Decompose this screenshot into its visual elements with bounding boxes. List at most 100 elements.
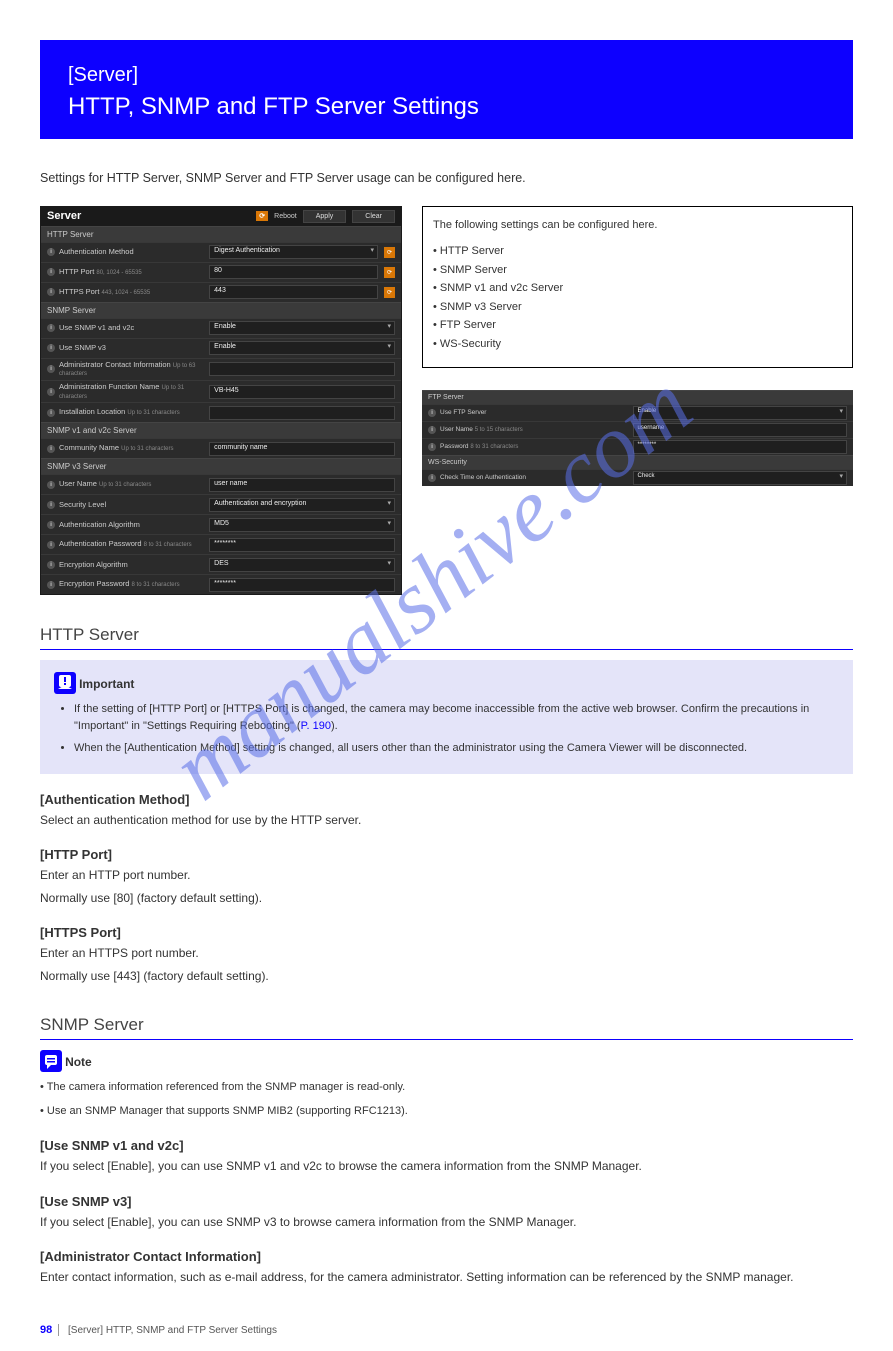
select-field[interactable]: Check [633,471,847,485]
row-label: Authentication Password 8 to 31 characte… [59,540,205,549]
description-item: • SNMP v1 and v2c Server [433,280,842,297]
apply-button[interactable]: Apply [303,210,347,223]
description-item: • SNMP Server [433,262,842,279]
info-icon[interactable]: i [47,268,55,276]
page-banner: [Server] HTTP, SNMP and FTP Server Setti… [40,40,853,139]
note-line: • Use an SNMP Manager that supports SNMP… [40,1103,853,1121]
section-header: WS-Security [422,455,853,469]
row-label: Check Time on Authentication [440,474,629,481]
input-field[interactable]: user name [209,478,395,492]
config-row: i Check Time on Authentication Check [422,469,853,486]
important-list: If the setting of [HTTP Port] or [HTTPS … [54,701,839,758]
config-row: iEncryption Algorithm DES [41,554,401,574]
description-box: The following settings can be configured… [422,206,853,368]
info-icon[interactable]: i [428,443,436,451]
input-field[interactable]: community name [209,442,395,456]
row-label: Use SNMP v3 [59,344,205,352]
important-icon [54,672,76,694]
info-icon[interactable]: i [47,388,55,396]
info-icon[interactable]: i [47,481,55,489]
note-icon [40,1050,62,1072]
row-label: Security Level [59,501,205,509]
field-body: If you select [Enable], you can use SNMP… [40,1213,853,1232]
info-icon[interactable]: i [47,344,55,352]
input-field[interactable] [209,406,395,420]
info-icon[interactable]: i [47,445,55,453]
http-section-heading: HTTP Server [40,625,853,650]
config-row: iUse FTP Server Enable [422,404,853,421]
important-label: Important [79,672,134,694]
field-body: Select an authentication method for use … [40,811,853,830]
input-field[interactable]: 443 [209,285,378,299]
server-panel: Server ⟳ Reboot Apply Clear HTTP Serveri… [40,206,402,595]
field-body: Enter contact information, such as e-mai… [40,1268,853,1287]
info-icon[interactable]: i [47,324,55,332]
row-label: Authentication Method [59,248,205,256]
select-field[interactable]: Enable [633,406,847,420]
select-field[interactable]: Enable [209,321,395,335]
row-label: HTTP Port 80, 1024 - 65535 [59,268,205,277]
info-icon[interactable]: i [47,409,55,417]
info-icon[interactable]: i [47,365,55,373]
clear-button[interactable]: Clear [352,210,395,223]
panel-title: Server [47,210,250,222]
description-item: • FTP Server [433,317,842,334]
info-icon[interactable]: i [47,521,55,529]
field-body: If you select [Enable], you can use SNMP… [40,1157,853,1176]
reboot-label: Reboot [274,213,297,220]
note-box: Note • The camera information referenced… [40,1050,853,1120]
info-icon[interactable]: i [47,541,55,549]
config-row: i Authentication Password 8 to 31 charact… [41,534,401,554]
ftp-ws-panel: FTP ServeriUse FTP Server EnableiUser Na… [422,390,853,486]
description-item: • WS-Security [433,336,842,353]
page-number: 98 [40,1324,59,1336]
info-icon[interactable]: i [47,288,55,296]
banner-main: HTTP, SNMP and FTP Server Settings [68,93,825,121]
row-label: User Name 5 to 15 characters [440,426,629,434]
input-field[interactable]: ******** [209,578,395,592]
input-field[interactable]: 80 [209,265,378,279]
field-title: [Authentication Method] [40,792,853,807]
config-row: iInstallation Location Up to 31 characte… [41,402,401,422]
important-item: When the [Authentication Method] setting… [74,740,839,758]
reboot-required-icon: ⟳ [384,287,395,298]
select-field[interactable]: DES [209,558,395,572]
input-field[interactable]: VB-H45 [209,385,395,399]
select-field[interactable]: Digest Authentication [209,245,378,259]
description-intro: The following settings can be configured… [433,217,842,234]
info-icon[interactable]: i [47,561,55,569]
page-footer: 98 [Server] HTTP, SNMP and FTP Server Se… [40,1324,277,1336]
select-field[interactable]: Enable [209,341,395,355]
info-icon[interactable]: i [47,248,55,256]
select-field[interactable]: MD5 [209,518,395,532]
input-field[interactable]: username [633,423,847,437]
info-icon[interactable]: i [47,501,55,509]
row-label: Use SNMP v1 and v2c [59,324,205,332]
reboot-icon: ⟳ [256,211,268,221]
config-row: i User Name 5 to 15 characters username [422,421,853,438]
row-label: Administration Function Name Up to 31 ch… [59,383,205,400]
info-icon[interactable]: i [47,581,55,589]
config-row: i Administration Function Name Up to 31 c… [41,380,401,402]
info-icon[interactable]: i [428,426,436,434]
section-header: FTP Server [422,390,853,404]
row-label: Password 8 to 31 characters [440,443,629,451]
config-row: iAuthentication Algorithm MD5 [41,514,401,534]
field-body: Normally use [80] (factory default setti… [40,889,853,908]
input-field[interactable]: ******** [209,538,395,552]
section-header: SNMP Server [41,302,401,318]
row-label: Administrator Contact Information Up to … [59,361,205,378]
row-label: HTTPS Port 443, 1024 - 65535 [59,288,205,297]
info-icon[interactable]: i [428,474,436,482]
info-icon[interactable]: i [428,409,436,417]
row-label: Encryption Password 8 to 31 characters [59,580,205,589]
intro-text: Settings for HTTP Server, SNMP Server an… [40,169,853,188]
field-title: [HTTPS Port] [40,925,853,940]
config-row: iUser Name Up to 31 charactersuser name [41,474,401,494]
footer-text: [Server] HTTP, SNMP and FTP Server Setti… [68,1325,277,1336]
input-field[interactable]: ******** [633,440,847,454]
input-field[interactable] [209,362,395,376]
reboot-required-icon: ⟳ [384,267,395,278]
select-field[interactable]: Authentication and encryption [209,498,395,512]
description-item: • SNMP v3 Server [433,299,842,316]
